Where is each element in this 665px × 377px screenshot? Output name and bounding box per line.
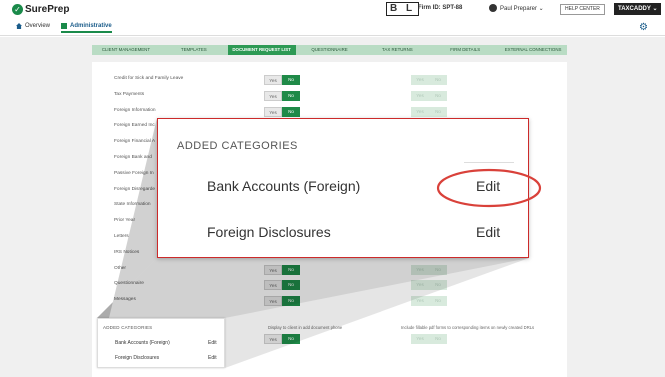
tab-tax-returns[interactable]: TAX RETURNS — [363, 45, 431, 55]
firm-id: Firm ID: SPT-88 — [418, 5, 463, 11]
toggle-no[interactable]: No — [282, 264, 300, 275]
display-toggle[interactable]: Yes No — [264, 296, 300, 307]
fillable-toggle[interactable]: Yes No — [411, 264, 447, 275]
toggle-yes[interactable]: Yes — [264, 264, 282, 275]
fillable-toggle-yes[interactable]: Yes — [411, 280, 429, 291]
fillable-toggle-no[interactable]: No — [429, 296, 447, 307]
fillable-toggle-no[interactable]: No — [429, 264, 447, 275]
toggle-no[interactable]: No — [282, 75, 300, 85]
category-row-label: Foreign Disregarde — [114, 186, 156, 192]
tab-client-management[interactable]: CLIENT MANAGEMENT — [92, 45, 160, 55]
display-toggle[interactable]: Yes No — [264, 90, 300, 101]
category-row-label: Questionnaire — [114, 281, 144, 287]
tab-templates[interactable]: TEMPLATES — [160, 45, 228, 55]
category-row-label: Foreign Information — [114, 107, 156, 113]
bl-badge: B L — [386, 2, 420, 16]
category-row-label: Other — [114, 265, 126, 271]
fillable-note: Include fillable pdf forms to correspond… — [401, 325, 535, 330]
sureprep-check-icon: ✓ — [12, 4, 23, 15]
help-center-button[interactable]: HELP CENTER — [560, 4, 605, 15]
inset-edit-bank-accounts[interactable]: Edit — [208, 340, 217, 346]
inset-category-foreign-disclosures: Foreign Disclosures — [115, 355, 160, 361]
toggle-no[interactable]: No — [429, 334, 447, 344]
edit-highlight-circle — [436, 168, 542, 208]
category-row-label: Messages — [114, 297, 136, 303]
display-toggle[interactable]: Yes No — [264, 106, 300, 117]
tab-questionnaire[interactable]: QUESTIONNAIRE — [296, 45, 364, 55]
category-row-label: State Information — [114, 202, 151, 208]
toggle-yes[interactable]: Yes — [264, 106, 282, 117]
taxcaddy-button[interactable]: TAXCADDY ⌄ — [614, 3, 662, 15]
fillable-toggle[interactable]: Yes No — [411, 75, 447, 85]
admin-tabs: CLIENT MANAGEMENT TEMPLATES DOCUMENT REQUE… — [92, 45, 567, 55]
fillable-toggle[interactable]: Yes No — [411, 106, 447, 117]
added-categories-inset: ADDED CATEGORIES Bank Accounts (Foreign)… — [97, 318, 225, 368]
top-header: ✓ SurePrep B L Firm ID: SPT-88 Paul Prep… — [0, 0, 665, 20]
added-categories-zoom: ADDED CATEGORIES Bank Accounts (Foreign)… — [157, 118, 542, 258]
logo-text: SurePrep — [25, 4, 70, 15]
fillable-toggle-no[interactable]: No — [429, 106, 447, 117]
category-row-label: Foreign Financial A — [114, 139, 156, 145]
fillable-toggle[interactable]: Yes No — [411, 280, 447, 291]
category-row-label: Prior Year — [114, 218, 136, 224]
display-toggle[interactable]: Yes No — [264, 264, 300, 275]
edit-foreign-disclosures-button[interactable]: Edit — [476, 224, 500, 240]
admin-icon — [61, 23, 67, 29]
display-toggle[interactable]: Yes No — [264, 280, 300, 291]
fillable-toggle-yes[interactable]: Yes — [411, 90, 429, 101]
toggle-yes[interactable]: Yes — [264, 296, 282, 307]
nav-administrative[interactable]: Administrative — [61, 23, 112, 33]
category-row-label: IRS Notices — [114, 249, 140, 255]
toggle-no[interactable]: No — [282, 106, 300, 117]
home-icon — [16, 23, 22, 29]
category-row-label: Foreign Bank and — [114, 155, 152, 160]
fillable-toggle-no[interactable]: No — [429, 280, 447, 291]
fillable-toggle-yes[interactable]: Yes — [411, 75, 429, 85]
toggle-yes[interactable]: Yes — [264, 280, 282, 291]
zoom-divider — [464, 162, 514, 163]
toggle-no[interactable]: No — [282, 90, 300, 101]
nav-administrative-label: Administrative — [70, 23, 112, 29]
category-bank-accounts: Bank Accounts (Foreign) — [207, 178, 361, 194]
nav-overview[interactable]: Overview — [16, 23, 50, 29]
zoom-title: ADDED CATEGORIES — [177, 140, 298, 152]
gear-icon[interactable]: ⚙ — [639, 22, 648, 33]
toggle-yes[interactable]: Yes — [264, 334, 282, 344]
toggle-yes[interactable]: Yes — [411, 334, 429, 344]
toggle-no[interactable]: No — [282, 296, 300, 307]
category-row-label: Letters — [114, 234, 129, 239]
toggle-yes[interactable]: Yes — [264, 90, 282, 101]
display-toggle[interactable]: Yes No — [264, 75, 300, 85]
fillable-toggle-no[interactable]: No — [429, 75, 447, 85]
tab-external-connections[interactable]: EXTERNAL CONNECTIONS — [499, 45, 567, 55]
inset-title: ADDED CATEGORIES — [103, 325, 153, 330]
fillable-toggle-yes[interactable]: Yes — [411, 264, 429, 275]
nav-overview-label: Overview — [25, 23, 51, 29]
display-toggle[interactable]: Yes No — [264, 334, 300, 344]
sub-navigation: Overview Administrative — [0, 20, 665, 36]
category-row-label: Credit for Sick and Family Leave — [114, 76, 184, 81]
category-row-label: Foreign Earned Inc — [114, 123, 155, 129]
user-name: Paul Preparer ⌄ — [500, 5, 544, 12]
tab-document-request-list[interactable]: DOCUMENT REQUEST LIST — [227, 45, 296, 55]
sureprep-logo[interactable]: ✓ SurePrep — [12, 4, 69, 15]
inset-edit-foreign-disclosures[interactable]: Edit — [208, 355, 217, 361]
toggle-yes[interactable]: Yes — [264, 75, 282, 85]
toggle-no[interactable]: No — [282, 334, 300, 344]
fillable-toggle-yes[interactable]: Yes — [411, 106, 429, 117]
display-note: Display to client in add document phone — [268, 325, 343, 330]
user-icon — [489, 4, 497, 12]
category-row-label: Tax Payments — [114, 91, 145, 97]
inset-category-bank-accounts: Bank Accounts (Foreign) — [115, 340, 170, 346]
fillable-toggle-no[interactable]: No — [429, 90, 447, 101]
category-foreign-disclosures: Foreign Disclosures — [207, 224, 331, 240]
category-row-label: Passive Foreign In — [114, 170, 154, 176]
fillable-toggle[interactable]: Yes No — [411, 90, 447, 101]
user-menu[interactable]: Paul Preparer ⌄ — [489, 4, 544, 12]
fillable-toggle-yes[interactable]: Yes — [411, 296, 429, 307]
toggle-no[interactable]: No — [282, 280, 300, 291]
fillable-toggle[interactable]: Yes No — [411, 334, 447, 344]
fillable-toggle[interactable]: Yes No — [411, 296, 447, 307]
tab-firm-details[interactable]: FIRM DETAILS — [431, 45, 499, 55]
